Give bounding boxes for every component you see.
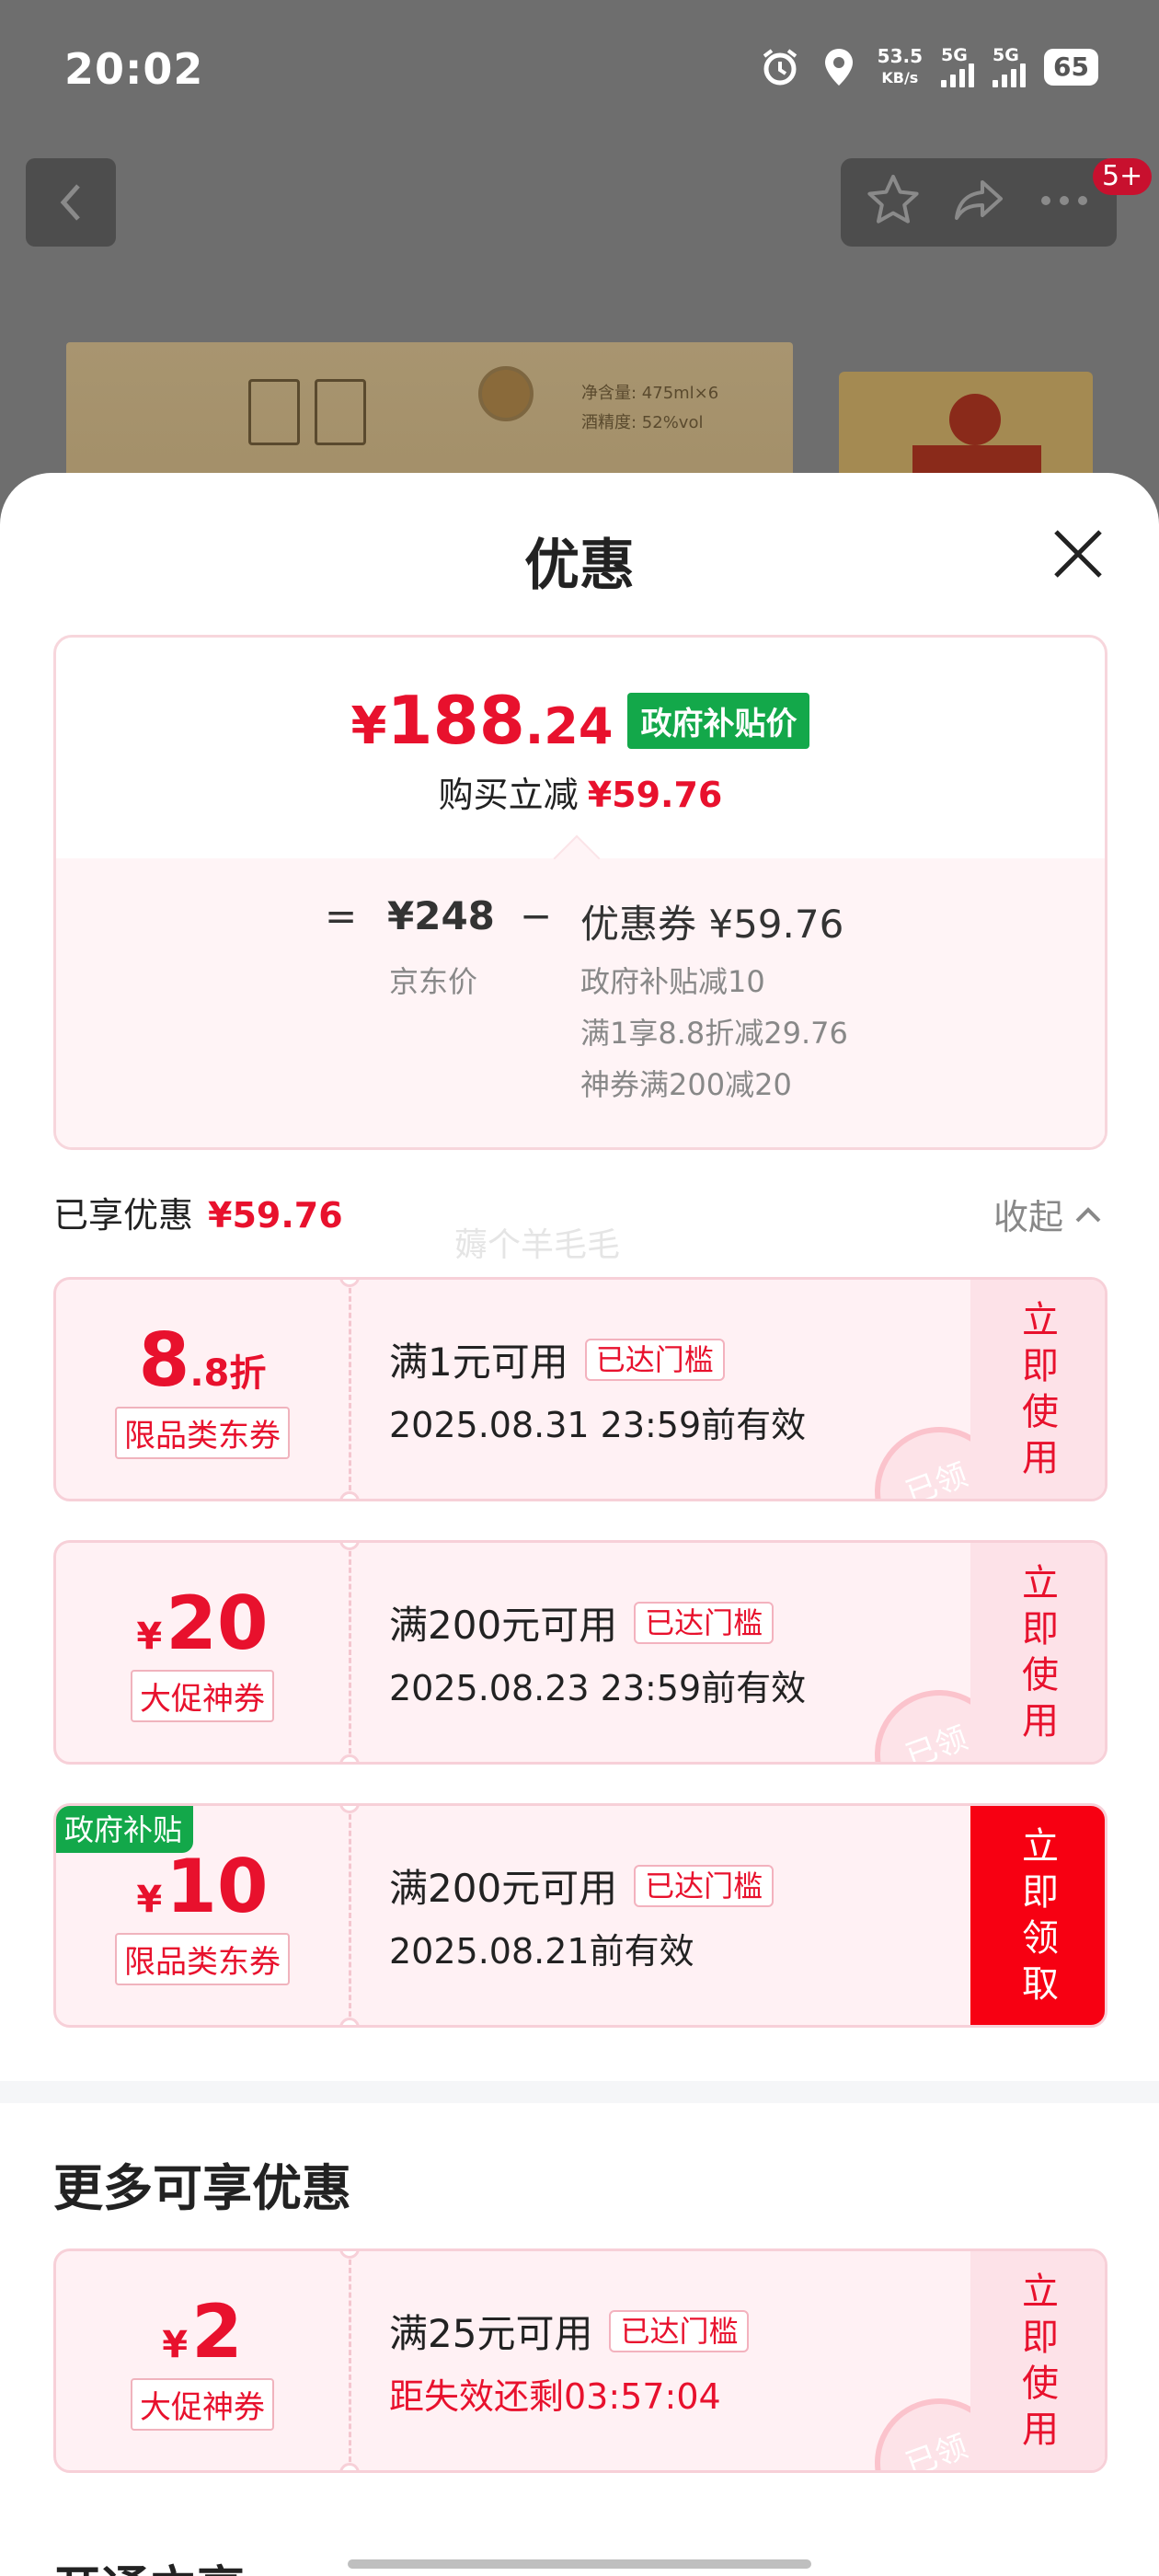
more-discounts-title: 更多可享优惠 xyxy=(53,2159,351,2217)
signal-1-indicator: 5G xyxy=(941,47,975,87)
threshold-reached-tag: 已达门槛 xyxy=(584,1338,725,1381)
brand-logo-icon xyxy=(478,366,534,421)
coupon-type: 大促神券 xyxy=(131,2377,274,2431)
alarm-icon xyxy=(760,47,800,87)
product-spec: 净含量: 475ml×6 酒精度: 52%vol xyxy=(581,384,719,432)
use-now-button[interactable]: 立即使用 xyxy=(970,2251,1105,2470)
threshold-reached-tag: 已达门槛 xyxy=(609,2309,750,2352)
coupon-type: 大促神券 xyxy=(131,1669,274,1722)
coupon-condition: 满200元可用 xyxy=(389,1603,618,1648)
price-summary-card: ¥188.24 政府补贴价 购买立减 ¥59.76 = ¥248 − 优惠券 ¥5… xyxy=(53,635,1107,1150)
home-indicator[interactable] xyxy=(348,2559,811,2569)
coupon-condition: 满25元可用 xyxy=(389,2311,593,2356)
final-price: ¥188.24 xyxy=(350,682,614,759)
net-speed: 53.5 KB/s xyxy=(877,45,924,86)
coupon-card: ¥20 大促神券 满200元可用 已达门槛 2025.08.23 23:59前有效… xyxy=(53,1540,1107,1765)
status-time: 20:02 xyxy=(64,44,204,94)
coupon-validity: 2025.08.21前有效 xyxy=(389,1931,694,1972)
gov-subsidy-price-tag: 政府补贴价 xyxy=(627,693,810,749)
price-breakdown: = ¥248 − 优惠券 ¥59.76 京东价 政府补贴减10 满1享8.8折减… xyxy=(56,858,1105,1147)
use-now-button[interactable]: 立即使用 xyxy=(970,1280,1105,1499)
threshold-reached-tag: 已达门槛 xyxy=(634,1601,775,1644)
enjoyed-discount: 已享优惠 ¥59.76 xyxy=(53,1195,343,1236)
reduce-line: 购买立减 ¥59.76 xyxy=(438,775,723,815)
collapse-button[interactable]: 收起 xyxy=(993,1189,1102,1239)
threshold-reached-tag: 已达门槛 xyxy=(634,1864,775,1907)
coupon-total: 优惠券 ¥59.76 xyxy=(580,902,844,947)
coupon-type: 限品类东券 xyxy=(115,1932,290,1985)
favorite-star-icon[interactable] xyxy=(864,171,923,234)
discount-sheet: 优惠 ¥188.24 政府补贴价 购买立减 ¥59.76 = ¥248 − 优惠券… xyxy=(0,473,1159,2576)
coupon-amount: 8.8折 xyxy=(138,1317,267,1403)
section-divider xyxy=(0,2081,1159,2103)
open-membership-heading: 开通立享 xyxy=(53,2550,245,2576)
signal-2-indicator: 5G xyxy=(993,47,1027,87)
claim-now-button[interactable]: 立即领取 xyxy=(970,1806,1105,2025)
share-icon[interactable] xyxy=(949,171,1008,234)
brand-seal-icon xyxy=(949,394,1001,445)
coupon-type: 限品类东券 xyxy=(115,1406,290,1459)
minus-sign: − xyxy=(520,893,553,938)
coupon-amount: ¥10 xyxy=(136,1843,269,1929)
arrows-up-icon xyxy=(248,379,300,445)
chevron-left-icon xyxy=(60,184,80,221)
coupon-card: ¥10 限品类东券 政府补贴 满200元可用 已达门槛 2025.08.21前有效… xyxy=(53,1803,1107,2028)
coupon-validity: 2025.08.31 23:59前有效 xyxy=(389,1405,807,1445)
back-button[interactable] xyxy=(26,158,116,247)
jd-price-label: 京东价 xyxy=(389,964,478,999)
coupon-condition: 满200元可用 xyxy=(389,1866,618,1911)
jd-price: ¥248 xyxy=(387,893,495,938)
chevron-up-icon xyxy=(1075,1206,1101,1222)
battery-indicator: 65 xyxy=(1044,49,1098,86)
more-dots-icon[interactable] xyxy=(1035,171,1094,234)
discount-item: 神券满200减20 xyxy=(580,1067,792,1102)
coupon-condition: 满1元可用 xyxy=(389,1340,568,1385)
watermark: 薅个羊毛毛 xyxy=(454,1226,621,1264)
status-bar: 20:02 53.5 KB/s 5G 5G 65 xyxy=(0,0,1159,147)
coupon-card: ¥2 大促神券 满25元可用 已达门槛 距失效还剩03:57:04 已领 立即使用 xyxy=(53,2248,1107,2473)
coupon-card: 8.8折 限品类东券 满1元可用 已达门槛 2025.08.31 23:59前有效… xyxy=(53,1277,1107,1501)
coupon-amount: ¥2 xyxy=(162,2288,243,2375)
coupon-countdown: 距失效还剩03:57:04 xyxy=(389,2376,721,2417)
coupon-amount: ¥20 xyxy=(136,1580,269,1666)
gov-subsidy-corner-tag: 政府补贴 xyxy=(56,1806,194,1853)
use-now-button[interactable]: 立即使用 xyxy=(970,1543,1105,1762)
message-badge: 5+ xyxy=(1093,158,1153,195)
discount-item: 政府补贴减10 xyxy=(580,964,765,999)
close-icon[interactable] xyxy=(1050,526,1106,581)
coupon-validity: 2025.08.23 23:59前有效 xyxy=(389,1668,807,1708)
sheet-title: 优惠 xyxy=(524,534,635,598)
discount-item: 满1享8.8折减29.76 xyxy=(580,1016,848,1051)
fragile-glass-icon xyxy=(315,379,366,445)
location-icon xyxy=(819,47,859,87)
equals-sign: = xyxy=(325,893,358,938)
nav-actions xyxy=(841,158,1117,247)
